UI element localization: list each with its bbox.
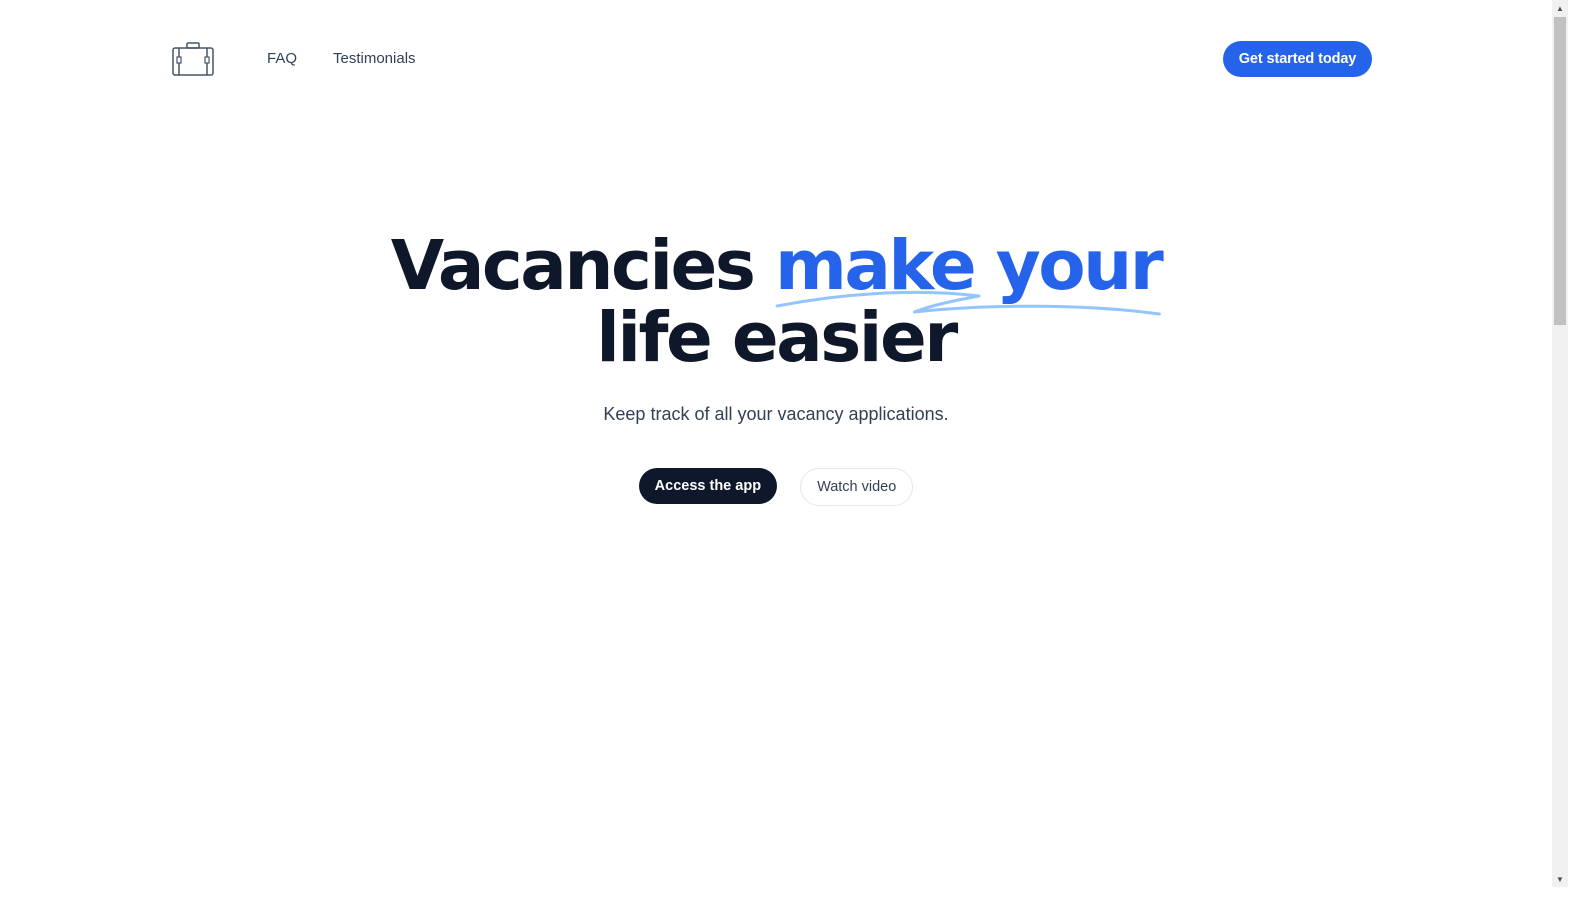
get-started-button[interactable]: Get started today — [1223, 41, 1372, 77]
nav-link-testimonials[interactable]: Testimonials — [333, 49, 416, 69]
hero-title-before: Vacancies — [390, 226, 756, 306]
site-header: FAQ Testimonials Get started today — [0, 0, 1552, 120]
watch-video-button[interactable]: Watch video — [800, 468, 914, 506]
hero-title-highlight-wrapper: make your — [775, 230, 1164, 316]
scroll-down-arrow-icon[interactable]: ▼ — [1552, 871, 1568, 887]
briefcase-icon[interactable] — [172, 42, 214, 76]
hero-subtitle: Keep track of all your vacancy applicati… — [603, 404, 949, 424]
scroll-up-arrow-icon[interactable]: ▲ — [1552, 0, 1568, 16]
nav-link-faq[interactable]: FAQ — [267, 49, 297, 69]
hero-section: Vacancies make your life easier Keep tra… — [0, 230, 1552, 506]
hero-actions: Access the app Watch video — [0, 468, 1552, 506]
access-app-button[interactable]: Access the app — [638, 468, 778, 504]
scrollbar-thumb[interactable] — [1554, 17, 1566, 325]
hero-title-highlight: make your — [774, 226, 1164, 306]
hero-title: Vacancies make your life easier — [326, 230, 1226, 374]
vertical-scrollbar[interactable]: ▲ ▼ — [1552, 0, 1568, 887]
page: FAQ Testimonials Get started today Vacan… — [0, 0, 1590, 899]
